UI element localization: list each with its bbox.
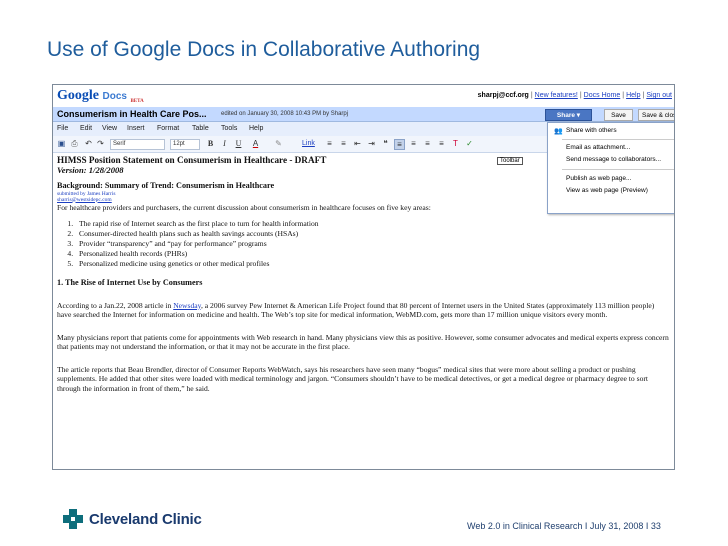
brand-name: Cleveland Clinic [89, 511, 202, 528]
clear-format-icon[interactable]: T [450, 139, 461, 150]
newsday-link[interactable]: Newsday [173, 301, 201, 310]
document-body[interactable]: HIMSS Position Statement on Consumerism … [57, 155, 669, 393]
undo-icon[interactable]: ↶ [83, 139, 94, 150]
google-docs-logo[interactable]: Google Docs BETA [57, 88, 144, 104]
menu-help[interactable]: Help [249, 125, 263, 132]
paragraph-2: Many physicians report that patients com… [57, 332, 669, 352]
doc-version: Version: 1/28/2008 [57, 165, 124, 175]
redo-icon[interactable]: ↷ [95, 139, 106, 150]
user-email: sharpj@ccf.org [477, 92, 529, 99]
save-close-button[interactable]: Save & close [638, 109, 674, 121]
cross-logo-icon [63, 509, 83, 529]
people-icon: 👥 [554, 128, 563, 135]
bullet-list-icon[interactable]: ≡ [338, 139, 349, 150]
font-size-select[interactable]: 12pt [170, 139, 200, 150]
spellcheck-icon[interactable]: ✓ [464, 139, 475, 150]
share-button[interactable]: Share ▾ [545, 109, 592, 121]
section1-heading: 1. The Rise of Internet Use by Consumers [57, 278, 203, 287]
list-item: The rapid rise of Internet search as the… [75, 219, 669, 229]
menu-insert[interactable]: Insert [127, 125, 145, 132]
save-button[interactable]: Save [604, 109, 633, 121]
menu-format[interactable]: Format [157, 125, 179, 132]
bold-button[interactable]: B [205, 139, 216, 150]
menu-table[interactable]: Table [192, 125, 209, 132]
intro-text: For healthcare providers and purchasers,… [57, 202, 431, 212]
font-select[interactable]: Serif [110, 139, 165, 150]
italic-button[interactable]: I [219, 139, 230, 150]
trend-list: The rapid rise of Internet search as the… [75, 219, 669, 269]
menu-email-attachment[interactable]: Email as attachment... [566, 144, 630, 151]
link-button[interactable]: Link [302, 139, 315, 149]
logo-docs: Docs [102, 91, 127, 102]
list-item: Consumer-directed health plans such as h… [75, 229, 669, 239]
menu-share-with-others[interactable]: Share with others [566, 127, 617, 134]
menu-divider [562, 139, 674, 140]
highlight-icon[interactable]: ✎ [273, 139, 284, 150]
list-item: Provider “transparency” and “pay for per… [75, 239, 669, 249]
background-heading: Background: Summary of Trend: Consumeris… [57, 181, 275, 190]
underline-button[interactable]: U [233, 139, 244, 150]
paragraph-1: According to a Jan.22, 2008 article in N… [57, 300, 655, 320]
link-new-features[interactable]: New features! [535, 92, 578, 99]
list-item: Personalized medicine using genetics or … [75, 259, 669, 269]
slide-title: Use of Google Docs in Collaborative Auth… [47, 38, 481, 61]
text-color-button[interactable]: A [250, 139, 261, 150]
numbered-list-icon[interactable]: ≡ [324, 139, 335, 150]
doc-title[interactable]: Consumerism in Health Care Pos... [57, 109, 207, 119]
indent-icon[interactable]: ⇥ [366, 139, 377, 150]
doc-edit-meta: edited on January 30, 2008 10:43 PM by S… [221, 111, 349, 117]
save-icon[interactable]: ▣ [56, 139, 67, 150]
list-item: Personalized health records (PHRs) [75, 249, 669, 259]
link-sign-out[interactable]: Sign out [646, 92, 672, 99]
google-docs-screenshot: Google Docs BETA sharpj@ccf.org | New feat… [52, 84, 675, 470]
align-center-icon[interactable]: ≡ [408, 139, 419, 150]
google-bar: Google Docs BETA sharpj@ccf.org | New feat… [53, 85, 674, 107]
slide-footer: Web 2.0 in Clinical Research I July 31, … [467, 521, 661, 531]
align-right-icon[interactable]: ≡ [422, 139, 433, 150]
quote-icon[interactable]: ❝ [380, 139, 391, 150]
link-docs-home[interactable]: Docs Home [584, 92, 621, 99]
menu-tools[interactable]: Tools [221, 125, 237, 132]
menu-edit[interactable]: Edit [80, 125, 92, 132]
print-icon[interactable]: ⎙ [69, 139, 80, 150]
outdent-icon[interactable]: ⇤ [352, 139, 363, 150]
top-links: sharpj@ccf.org | New features! | Docs Home | H… [477, 92, 672, 99]
logo-beta: BETA [130, 99, 144, 104]
link-help[interactable]: Help [626, 92, 640, 99]
menu-view[interactable]: View [102, 125, 117, 132]
paragraph-3: The article reports that Beau Brendler, … [57, 364, 648, 393]
doc-heading: HIMSS Position Statement on Consumerism … [57, 155, 327, 165]
menu-file[interactable]: File [57, 125, 68, 132]
align-left-icon[interactable]: ≡ [394, 139, 405, 150]
logo-google: Google [57, 88, 99, 103]
align-justify-icon[interactable]: ≡ [436, 139, 447, 150]
